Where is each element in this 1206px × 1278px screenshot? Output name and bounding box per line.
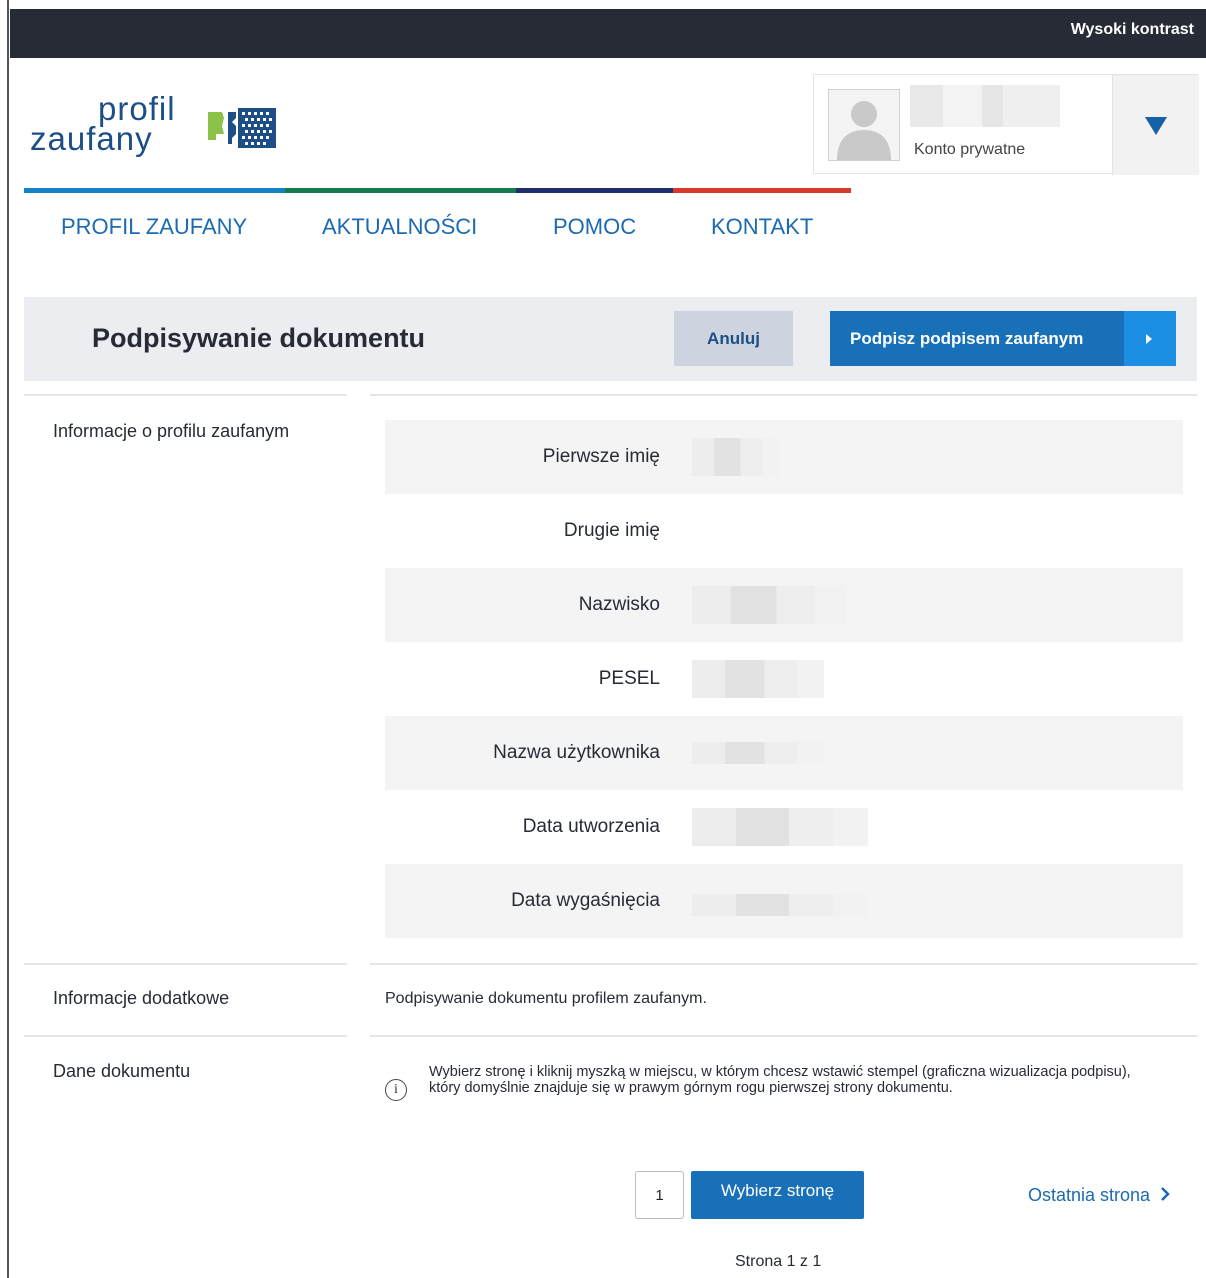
logo-mark-icon [208,108,276,148]
info-icon: i [385,1079,407,1101]
section-divider [24,394,347,396]
row-key: Drugie imię [563,520,660,541]
top-bar: Wysoki kontrast [10,9,1206,58]
window-edge [0,0,9,1278]
table-row: Pierwsze imię [385,420,1183,494]
profil-zaufany-logo[interactable]: profil zaufany [30,90,290,170]
table-row: Data utworzenia [385,790,1183,864]
high-contrast-button[interactable]: Wysoki kontrast [1071,21,1194,39]
nav-item-profil-zaufany[interactable]: PROFIL ZAUFANY [61,214,247,240]
row-key: PESEL [598,668,660,689]
last-page-label: Ostatnia strona [1028,1185,1151,1205]
page-number-input[interactable] [635,1171,684,1219]
table-row: Nazwisko [385,568,1183,642]
extra-section-label: Informacje dodatkowe [53,988,230,1008]
color-stripe-green [285,188,516,193]
color-stripe-blue [24,188,285,193]
nav-item-pomoc[interactable]: POMOC [553,214,636,240]
header: profil zaufany Konto prywatne [10,58,1206,192]
section-divider [370,1035,1197,1037]
section-divider [24,1035,347,1037]
cancel-button[interactable]: Anuluj [674,311,793,366]
page-title: Podpisywanie dokumentu [92,323,426,353]
color-stripe-navy [516,188,673,193]
row-key: Nazwa użytkownika [493,742,660,763]
title-bar: Podpisywanie dokumentu Anuluj Podpisz po… [24,297,1197,381]
section-divider [370,963,1197,965]
color-stripe-red [673,188,851,193]
caret-right-icon [1124,311,1176,366]
row-value-redacted [692,438,780,476]
row-value-redacted [692,894,868,916]
choose-page-button[interactable]: Wybierz stronę [691,1171,864,1219]
user-name-redacted [910,85,1060,127]
row-value-redacted [692,808,868,846]
table-row: PESEL [385,642,1183,716]
logo-text-line2: zaufany [30,120,153,157]
row-key: Nazwisko [578,594,660,615]
row-key: Data wygaśnięcia [511,890,660,911]
sign-trusted-button[interactable]: Podpisz podpisem zaufanym [830,311,1176,366]
section-divider [24,963,347,965]
triangle-down-icon [1145,117,1167,135]
extra-info-text: Podpisywanie dokumentu profilem zaufanym… [385,990,707,1007]
profile-info-table: Pierwsze imię Drugie imię Nazwisko PESEL… [385,420,1183,938]
table-row: Data wygaśnięcia [385,864,1183,938]
row-value-redacted [692,660,824,698]
last-page-link[interactable]: Ostatnia strona [1028,1185,1171,1206]
nav-item-kontakt[interactable]: KONTAKT [711,214,813,240]
pager-status: Strona 1 z 1 [735,1253,822,1270]
row-key: Pierwsze imię [542,446,660,467]
row-key: Data utworzenia [522,816,660,837]
row-value-redacted [692,742,824,764]
user-account-box[interactable]: Konto prywatne [813,74,1199,175]
chevron-right-icon [1161,1187,1170,1201]
sign-button-label: Podpisz podpisem zaufanym [850,328,1084,348]
row-value-redacted [692,586,846,624]
stamp-hint-text: Wybierz stronę i kliknij myszką w miejsc… [429,1064,1131,1096]
user-silhouette-icon [837,101,891,160]
avatar [828,89,900,161]
account-type-label: Konto prywatne [914,141,1026,158]
table-row: Drugie imię [385,494,1183,568]
profile-section-label: Informacje o profilu zaufanym [53,421,290,441]
table-row: Nazwa użytkownika [385,716,1183,790]
document-section-label: Dane dokumentu [53,1061,191,1081]
account-dropdown-button[interactable] [1113,75,1199,175]
nav-item-aktualnosci[interactable]: AKTUALNOŚCI [322,214,477,240]
section-divider [370,394,1197,396]
